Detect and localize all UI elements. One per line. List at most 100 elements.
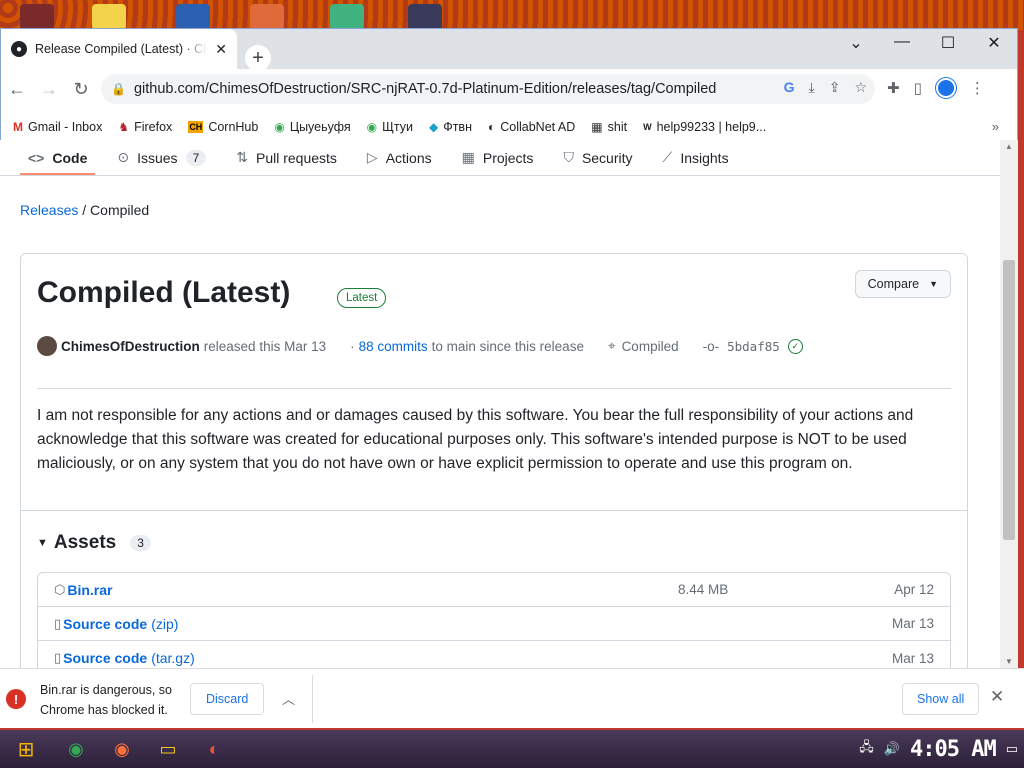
new-tab-button[interactable]: + — [245, 45, 271, 71]
breadcrumb-releases-link[interactable]: Releases — [20, 202, 78, 218]
install-icon[interactable]: ⤓ — [809, 79, 815, 96]
bookmark-collabnet[interactable]: ◐ CollabNet AD — [480, 120, 583, 134]
tab-issues[interactable]: ⊙ Issues 7 — [117, 140, 207, 175]
compare-label: Compare — [867, 277, 920, 291]
close-tab-icon[interactable]: ✕ — [215, 41, 227, 58]
maps-pin-icon: ◉ — [274, 119, 285, 134]
bookmark-shit[interactable]: ▦ shit — [583, 120, 635, 134]
profile-avatar[interactable] — [935, 78, 956, 98]
bookmark-fatvn[interactable]: ◆ Фтвн — [421, 120, 480, 134]
scrollbar-thumb[interactable] — [1003, 260, 1015, 540]
scroll-down-icon[interactable]: ▼ — [1005, 657, 1013, 666]
chrome-taskbar-icon[interactable]: ◉ — [58, 732, 94, 766]
commits-link[interactable]: 88 commits — [359, 339, 428, 354]
share-icon[interactable]: ⇪ — [829, 79, 841, 96]
desktop-icon[interactable] — [250, 4, 284, 30]
desktop-icon[interactable] — [330, 4, 364, 30]
tab-label: Projects — [482, 149, 534, 166]
show-all-button[interactable]: Show all — [902, 683, 980, 715]
minimize-button[interactable]: — — [879, 33, 925, 51]
side-panel-icon[interactable]: ▯ — [914, 79, 922, 97]
address-bar[interactable]: 🔒 github.com/ChimesOfDestruction/SRC-njR… — [101, 74, 875, 104]
assets-list: ⬡ Bin.rar 8.44 MB Apr 12 ▯ Source code (… — [37, 572, 951, 676]
tab-search-icon[interactable]: ⌄ — [833, 33, 879, 53]
tag-link[interactable]: Compiled — [622, 339, 679, 354]
tab-insights[interactable]: ⟋ Insights — [663, 140, 729, 175]
chevron-up-icon[interactable]: ︿ — [282, 689, 295, 708]
issue-icon: ⊙ — [117, 149, 130, 165]
tab-actions[interactable]: ▷ Actions — [367, 140, 432, 175]
page-content: <> Code ⊙ Issues 7 ⇅ Pull requests ▷ Actions … — [0, 140, 1000, 696]
clock[interactable]: 4:05 AM — [910, 737, 997, 762]
tab-label: Insights — [680, 149, 729, 166]
commits-prefix: · — [350, 338, 355, 354]
bookmark-cornhub[interactable]: CH CornHub — [180, 120, 266, 134]
tab-label: Actions — [385, 149, 432, 166]
compare-button[interactable]: Compare ▼ — [854, 270, 951, 298]
scroll-up-icon[interactable]: ▲ — [1005, 142, 1013, 151]
bookmarks-bar: M Gmail - Inbox ♞ Firefox CH CornHub ◉ Цыуеь… — [1, 113, 1017, 141]
bookmark-label: Фтвн — [443, 119, 472, 134]
menu-icon[interactable]: ⋮ — [970, 79, 985, 97]
tab-projects[interactable]: ▦ Projects — [462, 140, 534, 175]
bookmark-star-icon[interactable]: ☆ — [854, 79, 867, 96]
desktop-icon[interactable] — [92, 4, 126, 30]
extensions-icon[interactable]: ✚ — [887, 79, 900, 97]
browser-toolbar: ← → ↻ 🔒 github.com/ChimesOfDestruction/S… — [1, 69, 1017, 109]
repo-nav: <> Code ⊙ Issues 7 ⇅ Pull requests ▷ Actions … — [0, 140, 1000, 176]
back-button[interactable]: ← — [1, 79, 33, 100]
page-scrollbar[interactable]: ▲ ▼ — [1000, 140, 1018, 668]
firefox-taskbar-icon[interactable]: ◉ — [104, 732, 140, 766]
bookmark-maps-2[interactable]: ◉ Щтуи — [359, 120, 421, 134]
asset-date: Mar 13 — [891, 650, 934, 666]
reload-button[interactable]: ↻ — [65, 79, 97, 100]
bookmark-label: CornHub — [208, 119, 259, 134]
asset-format[interactable]: (tar.gz) — [151, 650, 195, 666]
asset-link[interactable]: Source code — [63, 650, 147, 666]
desktop-icon[interactable] — [408, 4, 442, 30]
close-window-button[interactable]: ✕ — [971, 33, 1017, 53]
triangle-down-icon: ▼ — [37, 537, 48, 549]
taskbar: ⊞ ◉ ◉ ▭ ◐ 🖧 🔊 4:05 AM ▭ — [0, 730, 1024, 768]
author-link[interactable]: ChimesOfDestruction — [61, 339, 200, 354]
desktop-icon[interactable] — [20, 4, 54, 30]
bookmark-maps-1[interactable]: ◉ Цыуеьуфя — [266, 120, 358, 134]
explorer-taskbar-icon[interactable]: ▭ — [150, 732, 186, 766]
breadcrumb-current: Compiled — [90, 202, 150, 218]
close-icon[interactable]: ✕ — [990, 687, 1004, 707]
paint-taskbar-icon[interactable]: ◐ — [196, 732, 232, 766]
caret-down-icon: ▼ — [929, 279, 938, 289]
discard-button[interactable]: Discard — [190, 683, 265, 715]
network-icon[interactable]: 🖧 — [859, 738, 874, 760]
wix-icon: W — [643, 121, 652, 132]
volume-icon[interactable]: 🔊 — [884, 741, 900, 757]
cornhub-icon: CH — [188, 120, 204, 133]
notification-icon[interactable]: ▭ — [1006, 741, 1018, 757]
commit-hash-link[interactable]: 5bdaf85 — [727, 339, 780, 354]
tab-security[interactable]: ⛉ Security — [563, 140, 632, 175]
tab-label: Issues — [137, 149, 178, 166]
verified-check-icon: ✓ — [787, 338, 803, 354]
asset-link[interactable]: Bin.rar — [67, 582, 112, 598]
more-bookmarks-icon[interactable]: » — [992, 119, 999, 134]
lock-icon[interactable]: 🔒 — [111, 82, 126, 96]
assets-header[interactable]: ▼ Assets 3 — [37, 532, 151, 554]
url-text[interactable]: github.com/ChimesOfDestruction/SRC-njRAT… — [134, 81, 716, 97]
tab-code[interactable]: <> Code — [19, 140, 96, 175]
start-button[interactable]: ⊞ — [4, 731, 48, 767]
maximize-button[interactable]: ☐ — [925, 33, 971, 53]
divider — [312, 675, 313, 723]
forward-button[interactable]: → — [33, 79, 65, 100]
bookmark-label: shit — [607, 119, 628, 134]
browser-tab[interactable]: ● Release Compiled (Latest) · ChimesOfDe… — [1, 29, 237, 69]
asset-link[interactable]: Source code — [63, 616, 147, 632]
danger-warning-icon: ! — [6, 689, 26, 709]
bookmark-gmail[interactable]: M Gmail - Inbox — [5, 120, 110, 134]
author-avatar[interactable] — [37, 336, 57, 356]
asset-format[interactable]: (zip) — [151, 616, 178, 632]
bookmark-help99233[interactable]: Whelp99233 | help9... — [635, 120, 774, 134]
google-lens-icon[interactable]: G — [784, 79, 795, 96]
desktop-icon[interactable] — [176, 4, 210, 30]
tab-pull-requests[interactable]: ⇅ Pull requests — [236, 140, 337, 175]
bookmark-firefox[interactable]: ♞ Firefox — [110, 120, 180, 134]
